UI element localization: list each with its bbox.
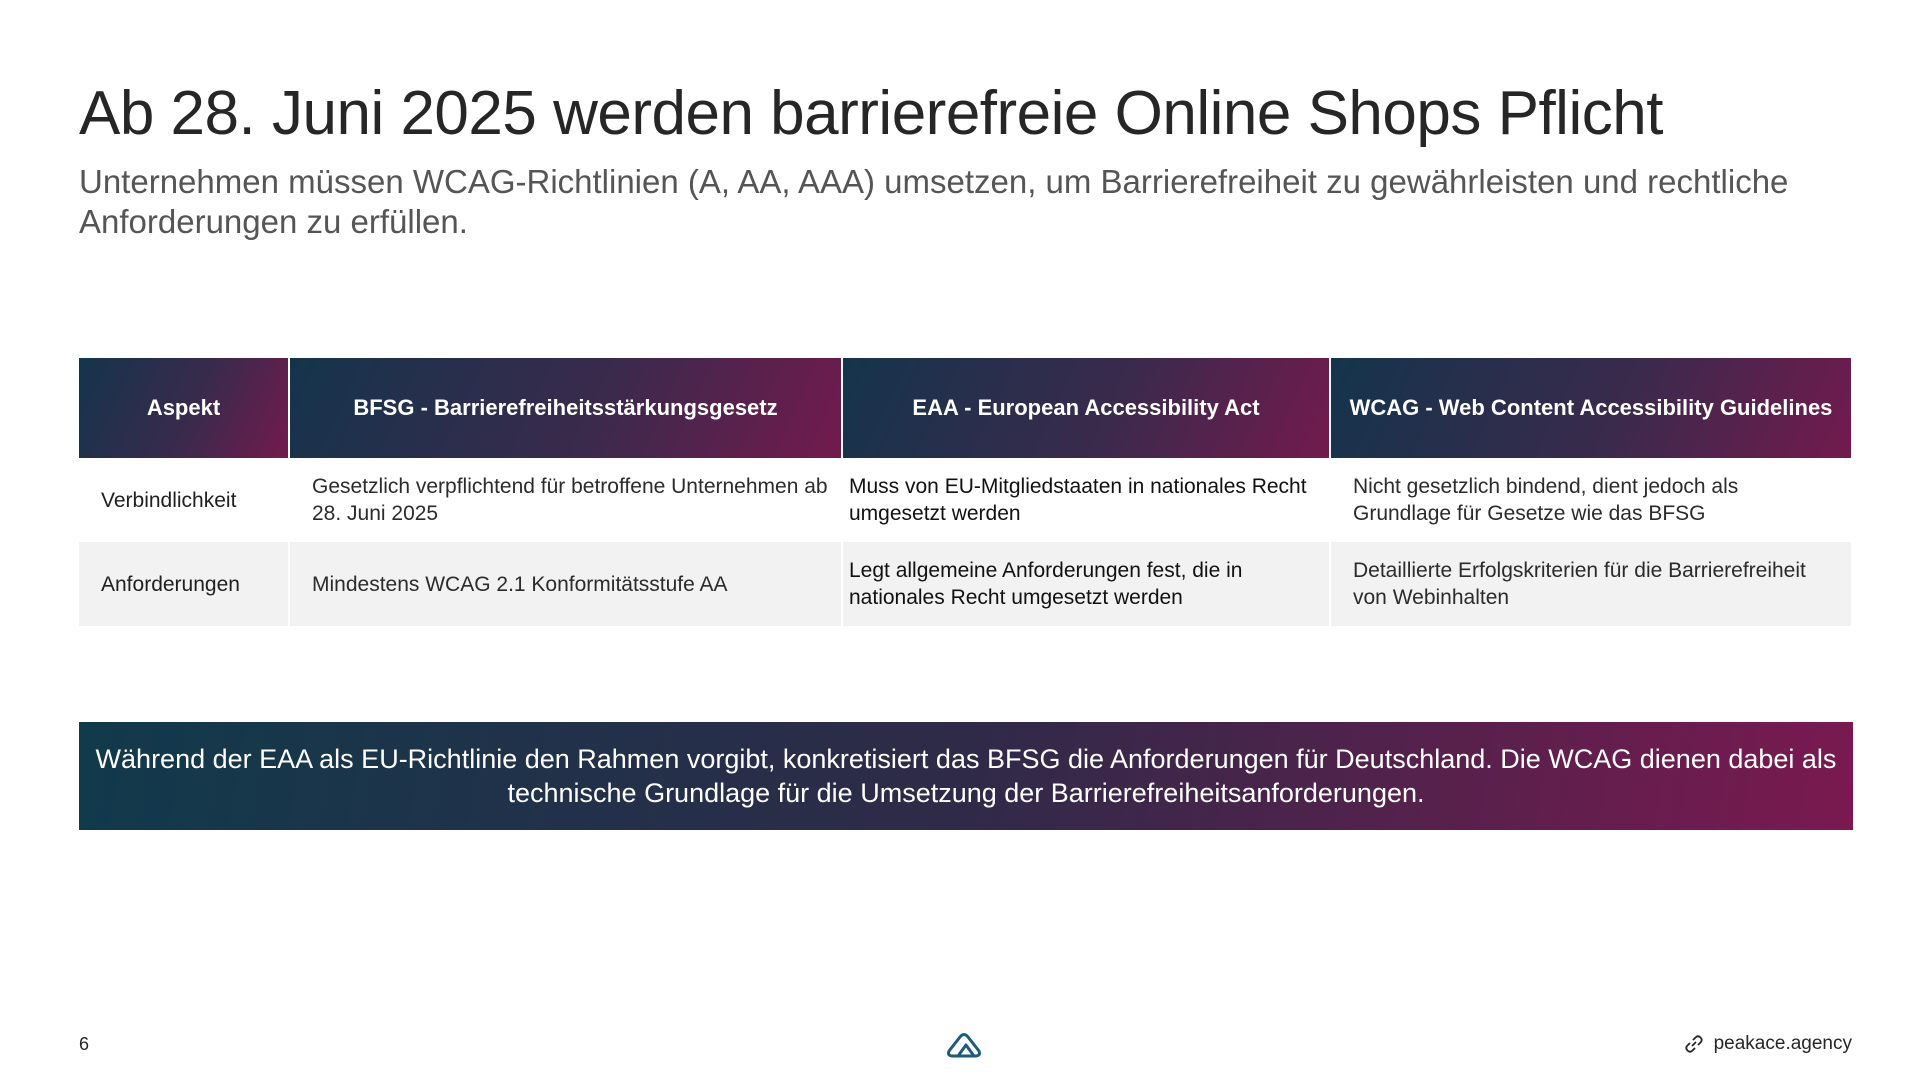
slide-subtitle: Unternehmen müssen WCAG-Richtlinien (A, … (79, 163, 1789, 240)
table-cell-aspect: Verbindlichkeit (79, 458, 290, 542)
table-row: Verbindlichkeit Gesetzlich verpflichtend… (79, 458, 1851, 542)
table-header-row: Aspekt BFSG - Barrierefreiheitsstärkungs… (79, 358, 1851, 458)
link-icon (1684, 1035, 1703, 1053)
table-header-cell: Aspekt (79, 358, 290, 458)
page-number: 6 (79, 1034, 90, 1054)
summary-banner-text: Während der EAA als EU-Richtlinie den Ra… (95, 744, 1837, 808)
table-cell-bfsg: Mindestens WCAG 2.1 Konformitätsstufe AA (290, 542, 843, 626)
table-cell-eaa: Muss von EU-Mitgliedstaaten in nationale… (843, 458, 1331, 542)
table-header-cell: WCAG - Web Content Accessibility Guideli… (1331, 358, 1851, 458)
table-cell-aspect: Anforderungen (79, 542, 290, 626)
summary-banner: Während der EAA als EU-Richtlinie den Ra… (79, 722, 1853, 830)
slide-title: Ab 28. Juni 2025 werden barrierefreie On… (79, 79, 1663, 148)
table-cell-bfsg: Gesetzlich verpflichtend für betroffene … (290, 458, 843, 542)
table-cell-wcag: Nicht gesetzlich bindend, dient jedoch a… (1331, 458, 1851, 542)
peakace-logo-icon (947, 1033, 981, 1058)
table-row: Anforderungen Mindestens WCAG 2.1 Konfor… (79, 542, 1851, 626)
website-link-text[interactable]: peakace.agency (1714, 1033, 1852, 1055)
table-header-cell: BFSG - Barrierefreiheitsstärkungsgesetz (290, 358, 843, 458)
table-cell-wcag: Detaillierte Erfolgskriterien für die Ba… (1331, 542, 1851, 626)
comparison-table: Aspekt BFSG - Barrierefreiheitsstärkungs… (79, 358, 1851, 626)
table-header-cell: EAA - European Accessibility Act (843, 358, 1331, 458)
website-link[interactable]: peakace.agency (1684, 1033, 1852, 1055)
table-cell-eaa: Legt allgemeine Anforderungen fest, die … (843, 542, 1331, 626)
